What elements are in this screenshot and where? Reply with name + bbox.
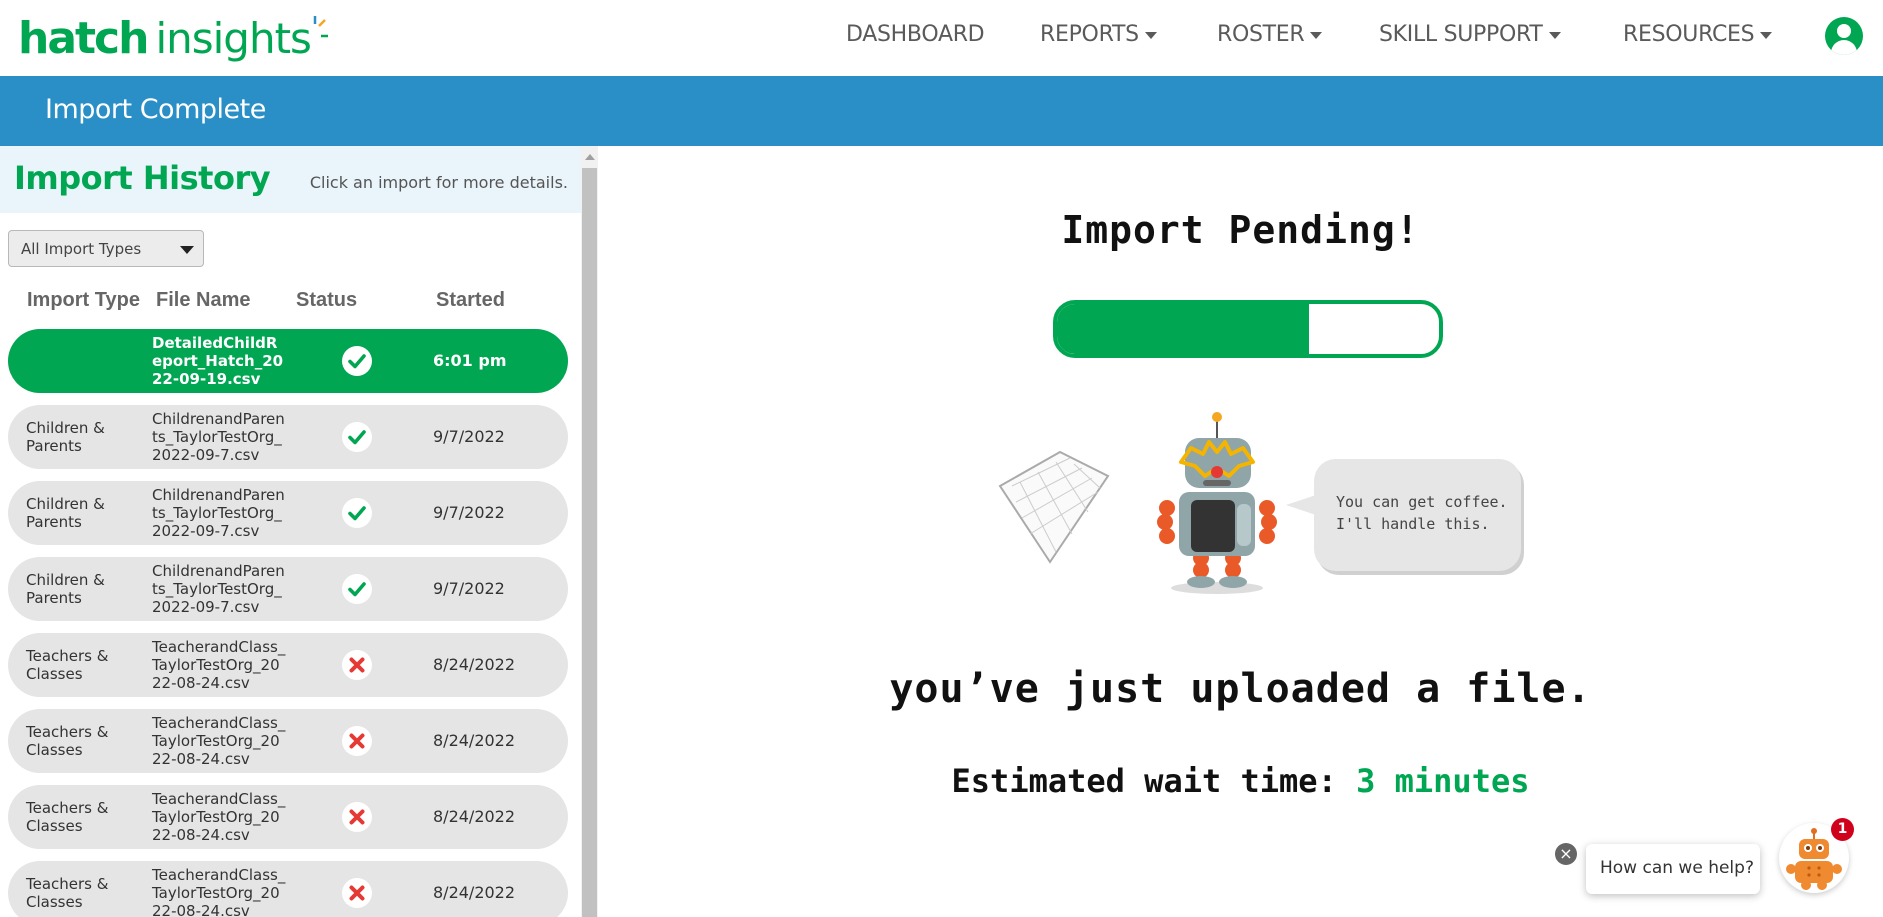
- logo-spark-icon: [313, 16, 328, 38]
- import-type-cell: Teachers & Classes: [26, 875, 109, 911]
- chat-prompt-text: How can we help?: [1600, 858, 1754, 878]
- paper-sheet-icon: [998, 450, 1110, 564]
- estimated-wait: Estimated wait time: 3 minutes: [598, 762, 1883, 800]
- speech-bubble-line-1: You can get coffee.: [1336, 493, 1508, 511]
- import-history-header: Import History Click an import for more …: [0, 146, 581, 213]
- nav-dashboard-label: DASHBOARD: [846, 22, 985, 47]
- nav-dashboard[interactable]: DASHBOARD: [846, 22, 985, 47]
- import-history-hint: Click an import for more details.: [309, 173, 568, 192]
- page-title: Import Complete: [45, 94, 266, 125]
- logo-text-hatch: hatch: [18, 12, 149, 64]
- column-header-file-name: File Name: [156, 289, 251, 311]
- success-check-icon: [342, 346, 372, 376]
- estimated-wait-value: 3 minutes: [1356, 762, 1530, 800]
- chevron-down-icon: [1310, 32, 1323, 39]
- file-name-cell: TeacherandClass_TaylorTestOrg_2022-08-24…: [152, 638, 286, 692]
- file-name-cell: TeacherandClass_TaylorTestOrg_2022-08-24…: [152, 714, 286, 768]
- import-progress-fill: [1057, 304, 1310, 354]
- logo-text-insights: insights: [155, 13, 311, 63]
- page-header-bar: Import Complete: [0, 76, 1883, 146]
- avatar-body: [1831, 40, 1857, 55]
- file-name-cell: ChildrenandParents_TaylorTestOrg_2022-09…: [152, 562, 285, 616]
- file-name-cell: TeacherandClass_TaylorTestOrg_2022-08-24…: [152, 790, 286, 844]
- avatar-head: [1837, 24, 1851, 38]
- nav-resources-label: RESOURCES: [1623, 22, 1755, 47]
- robot-speech-bubble: You can get coffee. I'll handle this.: [1286, 459, 1521, 571]
- speech-bubble-line-2: I'll handle this.: [1336, 515, 1490, 533]
- import-type-cell: Children & Parents: [26, 495, 105, 531]
- success-check-icon: [342, 422, 372, 452]
- failed-x-icon: [342, 650, 372, 680]
- import-history-row[interactable]: Teachers & Classes TeacherandClass_Taylor…: [8, 709, 568, 773]
- started-cell: 8/24/2022: [433, 731, 516, 750]
- failed-x-icon: [342, 878, 372, 908]
- import-history-row[interactable]: Teachers & Classes TeacherandClass_Taylor…: [8, 861, 568, 917]
- chat-prompt-bubble[interactable]: How can we help?: [1586, 844, 1760, 894]
- upload-message: you’ve just uploaded a file.: [889, 666, 1592, 712]
- import-history-title: Import History: [14, 159, 271, 197]
- file-name-cell: ChildrenandParents_TaylorTestOrg_2022-09…: [152, 486, 285, 540]
- chat-close-icon[interactable]: ×: [1555, 843, 1577, 865]
- import-type-filter-value: All Import Types: [21, 240, 142, 258]
- import-history-row[interactable]: Children & Parents ChildrenandParents_Tay…: [8, 481, 568, 545]
- chevron-down-icon: [1144, 32, 1157, 39]
- column-header-import-type: Import Type: [27, 289, 140, 311]
- import-history-row[interactable]: Teachers & Classes TeacherandClass_Taylor…: [8, 633, 568, 697]
- scrollbar-thumb[interactable]: [582, 168, 597, 917]
- import-type-cell: Teachers & Classes: [26, 799, 109, 835]
- import-type-filter[interactable]: All Import Types: [8, 230, 204, 267]
- import-type-cell: Children & Parents: [26, 571, 105, 607]
- nav-roster-label: ROSTER: [1217, 22, 1305, 47]
- import-history-row[interactable]: Children & Parents ChildrenandParents_Tay…: [8, 557, 568, 621]
- import-pending-title: Import Pending!: [1061, 208, 1420, 252]
- nav-reports[interactable]: REPORTS: [1040, 22, 1157, 47]
- import-type-cell: Teachers & Classes: [26, 723, 109, 759]
- started-cell: 8/24/2022: [433, 883, 516, 902]
- import-type-cell: Children & Parents: [26, 419, 105, 455]
- dropdown-arrow-icon: [180, 246, 194, 254]
- import-type-cell: Teachers & Classes: [26, 647, 109, 683]
- scroll-up-arrow-icon[interactable]: [585, 154, 595, 160]
- file-name-cell: DetailedChildReport_Hatch_2022-09-19.csv: [152, 334, 284, 388]
- started-cell: 8/24/2022: [433, 655, 516, 674]
- import-history-row[interactable]: Teachers & Classes TeacherandClass_Taylor…: [8, 785, 568, 849]
- hatch-insights-logo[interactable]: hatch insights: [18, 10, 328, 66]
- nav-roster[interactable]: ROSTER: [1217, 22, 1323, 47]
- column-header-started: Started: [436, 289, 505, 311]
- top-navbar: hatch insights DASHBOARD REPORTS ROSTER …: [0, 0, 1883, 76]
- started-cell: 9/7/2022: [433, 579, 505, 598]
- started-cell: 9/7/2022: [433, 427, 505, 446]
- column-header-status: Status: [296, 289, 358, 311]
- nav-skill-support[interactable]: SKILL SUPPORT: [1379, 22, 1561, 47]
- failed-x-icon: [342, 726, 372, 756]
- import-history-panel: Import History Click an import for more …: [0, 146, 598, 917]
- import-history-row[interactable]: Children & Parents ChildrenandParents_Tay…: [8, 405, 568, 469]
- failed-x-icon: [342, 802, 372, 832]
- started-cell: 9/7/2022: [433, 503, 505, 522]
- nav-resources[interactable]: RESOURCES: [1623, 22, 1773, 47]
- user-avatar-icon[interactable]: [1825, 17, 1863, 55]
- started-cell: 6:01 pm: [433, 351, 507, 370]
- nav-skill-support-label: SKILL SUPPORT: [1379, 22, 1543, 47]
- success-check-icon: [342, 574, 372, 604]
- estimated-wait-label: Estimated wait time:: [951, 762, 1337, 800]
- import-progress-bar: [1053, 300, 1443, 358]
- chevron-down-icon: [1760, 32, 1773, 39]
- success-check-icon: [342, 498, 372, 528]
- robot-mascot-icon: [1157, 412, 1277, 594]
- import-status-panel: Import Pending! You can get coffee. I'll…: [598, 146, 1883, 917]
- started-cell: 8/24/2022: [433, 807, 516, 826]
- nav-reports-label: REPORTS: [1040, 22, 1139, 47]
- chat-notification-badge: 1: [1831, 818, 1854, 841]
- file-name-cell: ChildrenandParents_TaylorTestOrg_2022-09…: [152, 410, 285, 464]
- chevron-down-icon: [1548, 32, 1561, 39]
- file-name-cell: TeacherandClass_TaylorTestOrg_2022-08-24…: [152, 866, 286, 917]
- import-history-row[interactable]: DetailedChildReport_Hatch_2022-09-19.csv…: [8, 329, 568, 393]
